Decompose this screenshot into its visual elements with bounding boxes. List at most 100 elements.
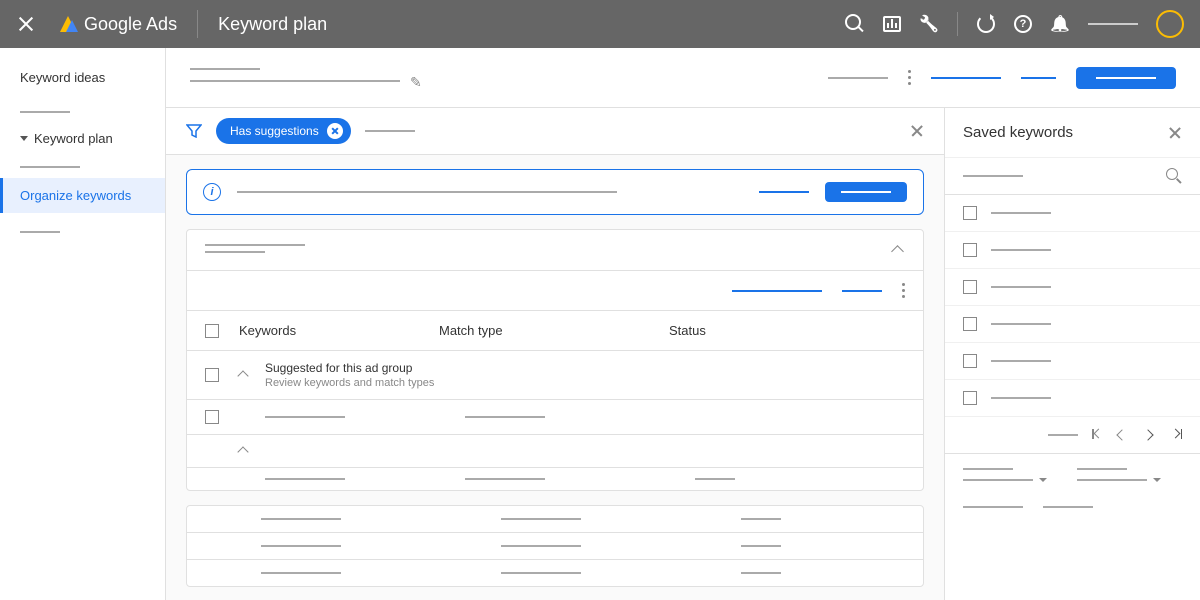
sidebar-sub-item[interactable] xyxy=(20,111,70,113)
divider xyxy=(197,10,198,38)
page-first-icon[interactable] xyxy=(1092,429,1104,441)
row-checkbox[interactable] xyxy=(205,368,219,382)
banner-link[interactable] xyxy=(759,191,809,193)
table-row[interactable] xyxy=(187,533,923,560)
item-checkbox[interactable] xyxy=(963,391,977,405)
account-label[interactable] xyxy=(1088,23,1138,25)
keyword-cell xyxy=(265,478,345,480)
keyword-cell xyxy=(265,416,345,418)
main-content: Has suggestions i xyxy=(166,48,1200,600)
search-icon[interactable] xyxy=(1166,168,1182,184)
search-placeholder xyxy=(963,175,1023,177)
add-filter[interactable] xyxy=(365,130,415,132)
select-all-checkbox[interactable] xyxy=(205,324,219,338)
saved-keyword-item[interactable] xyxy=(945,269,1200,306)
page-next-icon[interactable] xyxy=(1144,429,1156,441)
match-type-cell xyxy=(465,478,545,480)
pagination xyxy=(945,417,1200,454)
group-row[interactable] xyxy=(187,435,923,468)
panel-search[interactable] xyxy=(945,158,1200,195)
keyword-row[interactable] xyxy=(187,400,923,435)
item-checkbox[interactable] xyxy=(963,206,977,220)
card-header[interactable] xyxy=(187,230,923,271)
sidebar: Keyword ideas Keyword plan Organize keyw… xyxy=(0,48,166,600)
app-header: Google Ads Keyword plan ? xyxy=(0,0,1200,48)
banner-action-button[interactable] xyxy=(825,182,907,202)
caret-down-icon xyxy=(20,136,28,141)
item-checkbox[interactable] xyxy=(963,317,977,331)
close-panel-icon[interactable] xyxy=(1168,126,1182,140)
collapse-icon[interactable] xyxy=(239,445,251,457)
suggested-subtitle: Review keywords and match types xyxy=(265,377,434,389)
row-checkbox[interactable] xyxy=(205,410,219,424)
item-label xyxy=(991,360,1051,362)
lower-card xyxy=(186,505,924,587)
filter-chip-has-suggestions[interactable]: Has suggestions xyxy=(216,118,351,144)
filter-icon[interactable] xyxy=(186,124,202,138)
search-icon[interactable] xyxy=(845,14,865,34)
suggested-group-row[interactable]: Suggested for this ad group Review keywo… xyxy=(187,351,923,400)
column-status[interactable]: Status xyxy=(669,323,905,338)
item-label xyxy=(991,212,1051,214)
table-row[interactable] xyxy=(187,506,923,533)
plan-name-editor[interactable] xyxy=(190,68,424,88)
page-info xyxy=(1048,434,1078,436)
saved-keyword-item[interactable] xyxy=(945,380,1200,417)
collapse-icon[interactable] xyxy=(239,369,251,381)
toolbar xyxy=(166,48,1200,108)
column-keywords[interactable]: Keywords xyxy=(239,323,439,338)
tools-icon[interactable] xyxy=(919,14,939,34)
footer-text xyxy=(963,506,1023,508)
column-match-type[interactable]: Match type xyxy=(439,323,669,338)
help-icon[interactable]: ? xyxy=(1014,15,1032,33)
keyword-row[interactable] xyxy=(187,468,923,490)
cell xyxy=(261,518,341,520)
suggested-title: Suggested for this ad group xyxy=(265,361,434,375)
sidebar-sub-item[interactable] xyxy=(20,231,60,233)
cell xyxy=(501,545,581,547)
card-title xyxy=(205,244,305,246)
edit-icon[interactable] xyxy=(410,74,424,88)
page-prev-icon[interactable] xyxy=(1118,429,1130,441)
refresh-icon[interactable] xyxy=(976,14,996,34)
primary-action-button[interactable] xyxy=(1076,67,1176,89)
footer-dropdown[interactable] xyxy=(1077,478,1161,482)
avatar[interactable] xyxy=(1156,10,1184,38)
sidebar-label: Keyword plan xyxy=(34,131,113,146)
product-logo[interactable]: Google Ads xyxy=(60,14,177,35)
item-checkbox[interactable] xyxy=(963,354,977,368)
sidebar-item-keyword-ideas[interactable]: Keyword ideas xyxy=(0,60,165,95)
collapse-icon[interactable] xyxy=(893,244,905,256)
card-link[interactable] xyxy=(732,290,822,292)
sidebar-item-keyword-plan[interactable]: Keyword plan xyxy=(0,121,165,156)
saved-keyword-item[interactable] xyxy=(945,232,1200,269)
toolbar-link[interactable] xyxy=(1021,77,1056,79)
info-icon: i xyxy=(203,183,221,201)
close-icon[interactable] xyxy=(16,14,36,34)
saved-keyword-item[interactable] xyxy=(945,306,1200,343)
close-filter-icon[interactable] xyxy=(910,124,924,138)
reports-icon[interactable] xyxy=(883,16,901,32)
item-checkbox[interactable] xyxy=(963,280,977,294)
item-checkbox[interactable] xyxy=(963,243,977,257)
more-menu-icon[interactable] xyxy=(908,70,911,85)
saved-keyword-item[interactable] xyxy=(945,343,1200,380)
dropdown-icon xyxy=(1153,478,1161,482)
remove-chip-icon[interactable] xyxy=(327,123,343,139)
more-menu-icon[interactable] xyxy=(902,283,905,298)
sidebar-item-organize-keywords[interactable]: Organize keywords xyxy=(0,178,165,213)
filter-bar: Has suggestions xyxy=(166,108,944,155)
cell xyxy=(741,518,781,520)
panel-footer-controls xyxy=(945,454,1200,496)
notifications-icon[interactable] xyxy=(1050,14,1070,34)
ad-group-card: Keywords Match type Status Suggested for… xyxy=(186,229,924,491)
table-row[interactable] xyxy=(187,560,923,586)
toolbar-link[interactable] xyxy=(931,77,1001,79)
saved-keyword-item[interactable] xyxy=(945,195,1200,232)
footer-dropdown[interactable] xyxy=(963,478,1047,482)
card-link[interactable] xyxy=(842,290,882,292)
page-last-icon[interactable] xyxy=(1170,429,1182,441)
cell xyxy=(501,572,581,574)
chip-label: Has suggestions xyxy=(230,124,319,138)
sidebar-sub-item[interactable] xyxy=(20,166,80,168)
